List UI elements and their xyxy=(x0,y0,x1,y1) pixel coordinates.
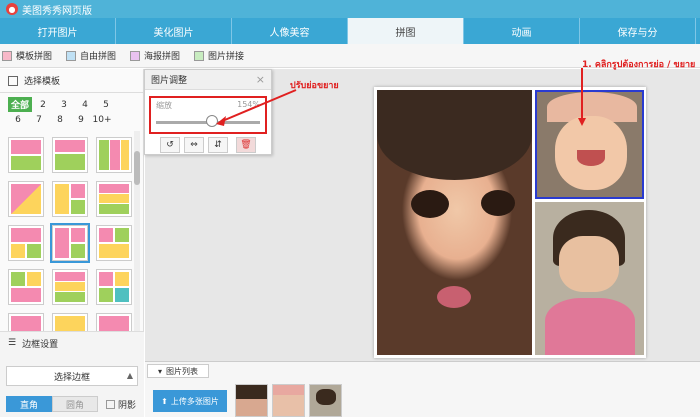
arrowhead-slider xyxy=(216,116,226,126)
upload-multiple-button[interactable]: ⬆ 上传多张图片 xyxy=(153,390,227,412)
photo-annotation: 1. คลิกรูปต้องการย่อ / ขยาย xyxy=(582,60,696,70)
arrowhead-photo xyxy=(578,118,586,126)
arrow-to-slider xyxy=(219,89,297,123)
upload-icon: ⬆ xyxy=(161,396,168,406)
image-list-tab[interactable]: ▾ 图片列表 xyxy=(147,364,209,378)
list-thumb-1[interactable] xyxy=(235,384,268,417)
triangle-down-icon: ▾ xyxy=(157,366,162,376)
list-thumb-2[interactable] xyxy=(272,384,305,417)
list-thumb-3[interactable] xyxy=(309,384,342,417)
image-list-panel: ▾ 图片列表 ⬆ 上传多张图片 xyxy=(145,361,700,417)
zoom-annotation: ปรับย่อขยาย xyxy=(290,81,339,91)
